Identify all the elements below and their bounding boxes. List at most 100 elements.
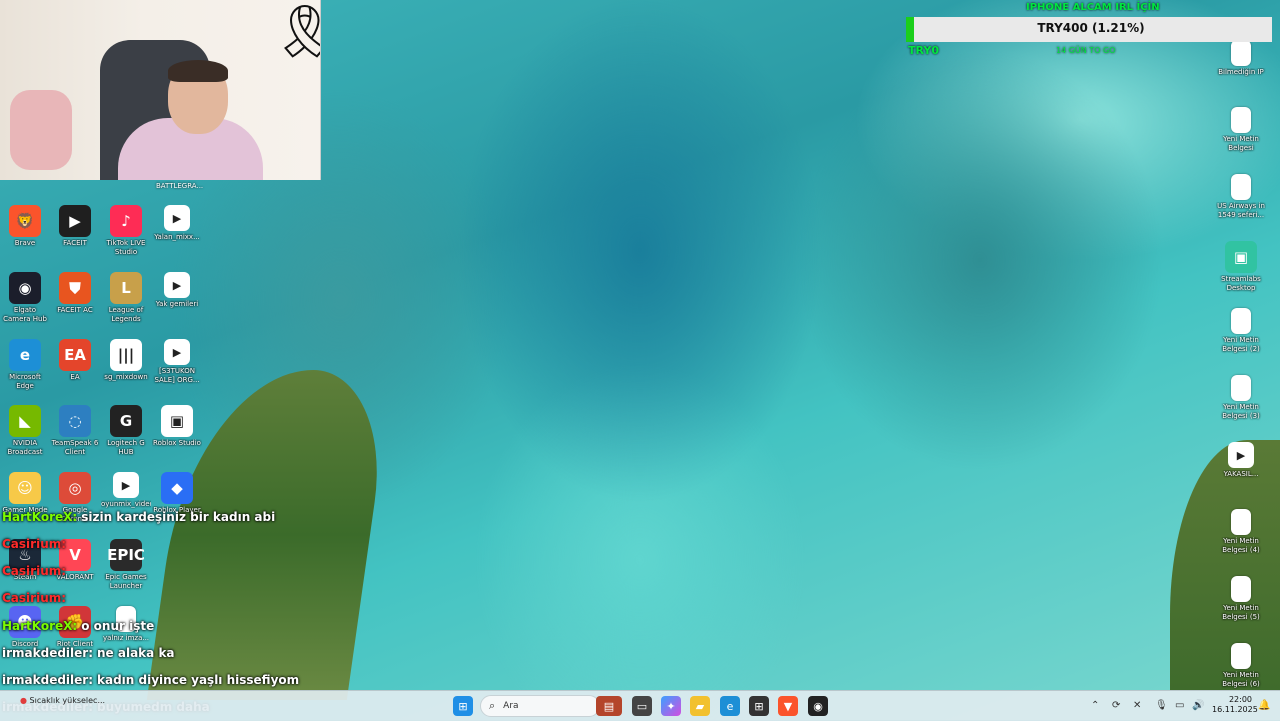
desktop-icon-label: League of Legends [108,306,144,323]
desktop-icon-label: oyunmix_video [101,500,151,508]
tray-display-icon[interactable]: ▭ [1175,700,1184,711]
tray-mic-icon[interactable]: 🎙 [1155,700,1168,711]
app-icon: ◎ [59,472,91,504]
store-icon[interactable]: ⊞ [749,696,769,716]
task-view-icon[interactable]: ▭ [632,696,652,716]
app-icon: ▶ [164,339,190,365]
obs-icon[interactable]: ◉ [808,696,828,716]
desktop-icon[interactable]: 🦁 Brave [0,205,50,248]
desktop-icon[interactable]: ▣ Streamlabs Desktop [1216,241,1266,293]
tray-sync-icon[interactable]: ⟳ [1112,700,1120,711]
app-icon: ♪ [110,205,142,237]
app-icon [1231,576,1251,602]
edge-icon[interactable]: e [720,696,740,716]
app-icon: ▶ [1228,442,1254,468]
app-icon: ▶ [59,205,91,237]
desktop-icon[interactable]: ◉ Elgato Camera Hub [0,272,50,324]
weather-text: Sıcaklık yükselec... [29,696,106,705]
desktop-icon-label: Yeni Metin Belgesi (6) [1222,671,1260,688]
chat-message: irmakdediler: kadın diyince yaşlı hissefi… [2,673,299,687]
desktop-icon[interactable]: ||| sg_mixdown [101,339,151,382]
taskbar-search[interactable]: ⌕ Ara [480,695,600,717]
chat-message: HartKoreX: sizin kardeşiniz bir kadın abi [2,510,275,524]
tray-network-off-icon[interactable]: ✕ [1133,700,1141,711]
chat-message: Casirium: [2,564,70,578]
chat-text: ne alaka ka [97,646,175,660]
app-icon: 🦁 [9,205,41,237]
file-explorer-icon[interactable]: ▰ [690,696,710,716]
desktop-icon[interactable]: Yeni Metin Belgesi (5) [1216,576,1266,622]
tray-chevron-icon[interactable]: ⌃ [1091,700,1099,711]
brave-icon[interactable]: ▼ [778,696,798,716]
app-icon: EPIC [107,539,145,571]
app-icon: ☺ [9,472,41,504]
desktop-icon[interactable]: ▶ YAKASIL... [1216,442,1266,479]
desktop-icon[interactable]: EA EA [50,339,100,382]
desktop-icon[interactable]: L League of Legends [101,272,151,324]
desktop-icon[interactable]: ◌ TeamSpeak 6 Client [50,405,100,457]
donation-goal-widget: IPHONE ALCAM IRL İÇİN TRY400 (1.21%) TRY… [906,0,1280,60]
app-icon [1231,308,1251,334]
desktop-icon[interactable]: G Logitech G HUB [101,405,151,457]
desktop-icon[interactable]: ◆ Roblox Player [152,472,202,515]
desktop-icon-label: TikTok LIVE Studio [106,239,146,256]
desktop-icon-label: Yak gemileri [155,300,199,308]
desktop-icon[interactable]: ◣ NVIDIA Broadcast [0,405,50,457]
tray-volume-icon[interactable]: 🔊 [1192,700,1204,711]
chat-message: HartKoreX: o onur işte [2,619,154,633]
start-button[interactable]: ⊞ [453,696,473,716]
desktop-icon[interactable]: ▶ Yalan_mixx... [152,205,202,242]
desktop-icon[interactable]: ▶ FACEIT [50,205,100,248]
taskbar-highlight-icon[interactable]: ▤ [596,696,622,716]
app-icon [1231,375,1251,401]
desktop-icon[interactable]: ☺ Gamer Mode [0,472,50,515]
desktop-icon[interactable]: ♪ TikTok LIVE Studio [101,205,151,257]
desktop-icon[interactable]: ▣ Roblox Studio [152,405,202,448]
chat-text: kadın diyince yaşlı hissefiyom [97,673,300,687]
desktop-icon-label: Logitech G HUB [107,439,145,456]
desktop-icon[interactable]: Yeni Metin Belgesi [1216,107,1266,153]
desktop-icon[interactable]: Yeni Metin Belgesi (4) [1216,509,1266,555]
desktop-icon-label: EA [70,373,80,381]
desktop-icon-label: Bilmediğin IP [1218,68,1264,76]
app-icon: ⛊ [59,272,91,304]
app-icon: ◣ [9,405,41,437]
desktop-icon[interactable]: EPIC Epic Games Launcher [101,539,151,591]
desktop-icon[interactable]: e Microsoft Edge [0,339,50,391]
webcam-overlay: 🎗 [0,0,321,180]
desktop-icon-label: Roblox Studio [153,439,201,447]
webcam-sofa [10,90,72,170]
desktop-icon-label: Microsoft Edge [9,373,41,390]
app-icon: EA [59,339,91,371]
desktop-icon-label: Elgato Camera Hub [3,306,47,323]
desktop-icon[interactable]: ▶ [S3TUKON SALE] ORG... [152,339,202,385]
chat-text: sizin kardeşiniz bir kadın abi [81,510,276,524]
desktop-icon-label: US Airways in 1549 seferi... [1217,202,1265,219]
desktop-icon[interactable]: US Airways in 1549 seferi... [1216,174,1266,220]
desktop-icon[interactable]: Yeni Metin Belgesi (2) [1216,308,1266,354]
desktop-icon-label: FACEIT AC [57,306,93,314]
chat-username: irmakdediler: [2,646,94,660]
app-icon: ◆ [161,472,193,504]
weather-icon: ● [20,696,27,705]
app-icon: ◌ [59,405,91,437]
desktop-icon-label: Streamlabs Desktop [1221,275,1261,292]
search-placeholder: Ara [503,701,519,711]
weather-widget[interactable]: ● Sıcaklık yükselec... [20,696,105,705]
copilot-icon[interactable]: ✦ [661,696,681,716]
app-icon: ▶ [164,205,190,231]
notification-bell-icon[interactable]: 🔔 [1258,700,1270,711]
desktop-icon[interactable]: Yeni Metin Belgesi (6) [1216,643,1266,689]
desktop-icon-label: Epic Games Launcher [105,573,147,590]
chat-message: irmakdediler: ne alaka ka [2,646,175,660]
desktop-icon[interactable]: ▶ Yak gemileri [152,272,202,309]
app-icon: ▶ [164,272,190,298]
donation-days-label: 14 GÜN TO GO [1056,46,1116,55]
desktop-icon[interactable]: ▶ oyunmix_video [101,472,151,509]
desktop-icon-label: FACEIT [63,239,87,247]
desktop-icon[interactable]: ⛊ FACEIT AC [50,272,100,315]
donation-amount: TRY400 (1.21%) [1037,21,1145,35]
desktop-icon-label: NVIDIA Broadcast [7,439,43,456]
desktop-icon[interactable]: Yeni Metin Belgesi (3) [1216,375,1266,421]
taskbar-clock[interactable]: 22:00 16.11.2025 [1212,695,1258,715]
